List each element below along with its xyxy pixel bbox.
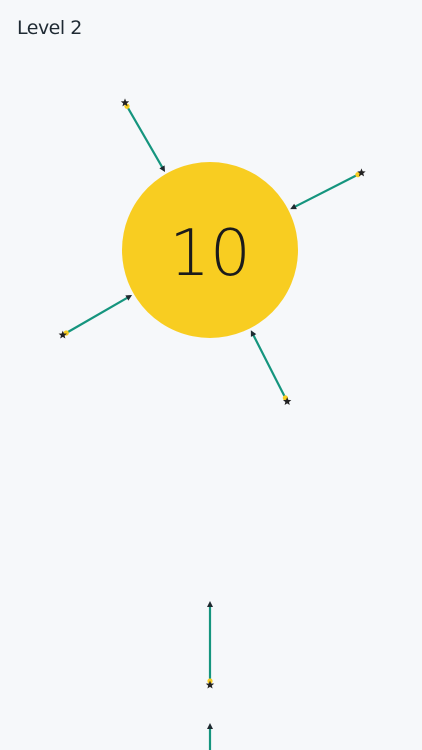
stuck-pin xyxy=(58,295,133,339)
pin-shaft xyxy=(292,173,360,209)
stuck-pin xyxy=(250,330,292,406)
stuck-pin xyxy=(290,168,366,210)
pin-queue[interactable] xyxy=(205,601,215,750)
stuck-pin xyxy=(120,98,165,173)
queued-pin xyxy=(207,723,213,750)
game-stage[interactable]: Level 2 10 xyxy=(0,0,422,750)
pin-shaft xyxy=(65,295,130,335)
queued-pin xyxy=(205,601,215,689)
pin-shaft xyxy=(125,105,165,170)
pin-tip xyxy=(207,723,213,729)
star-icon xyxy=(205,680,215,689)
game-board[interactable]: 10 xyxy=(0,0,422,750)
pin-tip xyxy=(207,601,213,607)
pin-shaft xyxy=(251,332,287,400)
remaining-pin-count: 10 xyxy=(169,217,250,291)
